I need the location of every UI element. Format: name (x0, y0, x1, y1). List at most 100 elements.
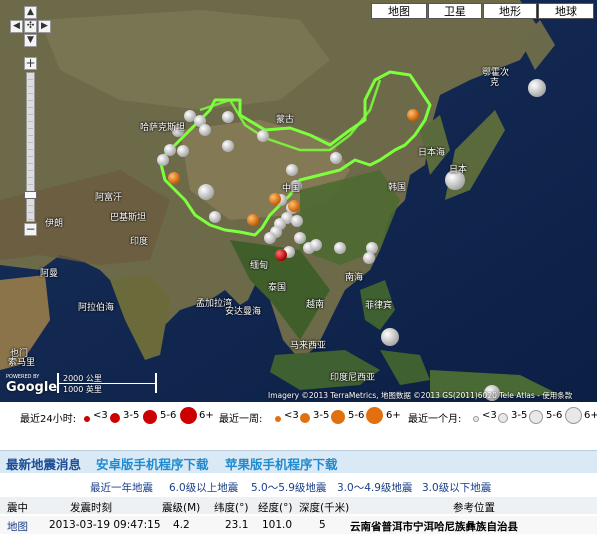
quake-marker[interactable] (222, 140, 234, 152)
quake-marker[interactable] (247, 214, 259, 226)
filter-6plus-link[interactable]: 6.0级以上地震 (169, 480, 238, 495)
pan-up-icon[interactable]: ▲ (24, 6, 37, 19)
row-magnitude: 4.2 (173, 519, 190, 531)
map-label-somalia: 索马里 (8, 358, 36, 368)
legend-24h-3-5-dot (110, 413, 120, 423)
filter-5-6-link[interactable]: 5.0～5.9级地震 (251, 480, 326, 495)
map-label-id: 印度尼西亚 (330, 373, 376, 383)
zoom-slider-handle[interactable] (24, 191, 37, 199)
quake-marker[interactable] (381, 328, 399, 346)
zoom-in-icon[interactable]: + (24, 57, 37, 70)
legend-24h-5-6-label: 5-6 (160, 410, 177, 421)
legend-month-lt3-label: <3 (482, 410, 497, 421)
quake-marker[interactable] (157, 154, 169, 166)
quake-marker[interactable] (288, 200, 300, 212)
legend-lastmonth-label: 最近一个月: (408, 414, 462, 425)
quake-marker[interactable] (334, 242, 346, 254)
map-label-kz: 哈萨克斯坦 (140, 123, 186, 133)
pan-center-icon[interactable]: ✣ (24, 20, 37, 33)
col-magnitude: 震级(M) (162, 502, 201, 514)
quake-marker[interactable] (291, 215, 303, 227)
quake-marker[interactable] (269, 193, 281, 205)
quake-marker[interactable] (164, 144, 176, 156)
legend-24h-6p-dot (180, 407, 197, 424)
quake-marker[interactable] (199, 124, 211, 136)
col-latitude: 纬度(°) (214, 502, 249, 514)
row-depth: 5 (319, 519, 326, 531)
legend-month-3-5-dot (498, 413, 508, 423)
quake-marker[interactable] (363, 252, 375, 264)
map-label-thailand: 泰国 (268, 283, 287, 293)
map-label-pk: 巴基斯坦 (110, 213, 147, 223)
map-label-scs: 南海 (345, 273, 364, 283)
legend-month-6p-label: 6+ (584, 410, 597, 421)
quake-marker[interactable] (222, 111, 234, 123)
map-label-china: 中国 (282, 184, 301, 194)
quake-marker[interactable] (257, 130, 269, 142)
maptype-map-button[interactable]: 地图 (371, 3, 427, 19)
news-title: 最新地震消息 (6, 457, 82, 472)
pan-right-icon[interactable]: ▶ (38, 20, 51, 33)
filter-links: 最近一年地震 6.0级以上地震 5.0～5.9级地震 3.0～4.9级地震 3.… (0, 478, 597, 494)
quake-marker[interactable] (310, 239, 322, 251)
map-label-korea: 韩国 (388, 183, 407, 193)
row-location: 云南省普洱市宁洱哈尼族彝族自治县 (350, 521, 518, 533)
pan-left-icon[interactable]: ◀ (10, 20, 23, 33)
legend-month-5-6-dot (529, 410, 543, 424)
map-label-mongolia: 蒙古 (276, 115, 295, 125)
map-label-myanmar: 缅甸 (250, 261, 269, 271)
quake-marker[interactable] (198, 184, 214, 200)
map-label-sea2: 克 (490, 78, 500, 88)
row-latitude: 23.1 (225, 519, 249, 531)
quake-marker[interactable] (407, 109, 419, 121)
filter-lt3-link[interactable]: 3.0级以下地震 (422, 480, 491, 495)
map-view[interactable]: 地图 卫星 地形 地球 ▲ ◀ ✣ ▶ ▼ + − 鄂霍次克蒙古 日本海 日本 韩国中… (0, 0, 597, 402)
zoom-out-icon[interactable]: − (24, 223, 37, 236)
col-epicenter: 震中 (7, 502, 28, 514)
quake-marker[interactable] (209, 211, 221, 223)
quake-marker[interactable] (294, 232, 306, 244)
legend-month-6p-dot (565, 407, 582, 424)
quake-marker[interactable] (286, 164, 298, 176)
google-logo[interactable]: Google (6, 380, 57, 395)
legend-week-lt3-label: <3 (284, 410, 299, 421)
col-depth: 深度(千米) (299, 502, 350, 514)
map-label-japansea: 日本海 (418, 148, 446, 158)
legend-24h-lt3-dot (84, 416, 90, 422)
legend-month-lt3-dot (473, 416, 479, 422)
legend-week-3-5-label: 3-5 (313, 410, 330, 421)
maptype-terrain-button[interactable]: 地形 (483, 3, 537, 19)
map-label-afg: 阿富汗 (95, 193, 123, 203)
row-longitude: 101.0 (262, 519, 293, 531)
legend-month-3-5-label: 3-5 (511, 410, 528, 421)
legend-24h-lt3-label: <3 (93, 410, 108, 421)
legend-last24-label: 最近24小时: (20, 414, 77, 425)
legend-week-3-5-dot (300, 413, 310, 423)
android-download-link[interactable]: 安卓版手机程序下载 (96, 454, 209, 473)
quake-marker[interactable] (168, 172, 180, 184)
quake-marker[interactable] (177, 145, 189, 157)
legend-week-lt3-dot (275, 416, 281, 422)
map-label-vietnam: 越南 (306, 300, 325, 310)
filter-last-year-link[interactable]: 最近一年地震 (90, 480, 153, 495)
legend-week-5-6-label: 5-6 (348, 410, 365, 421)
quake-marker[interactable] (275, 249, 287, 261)
col-time: 发震时刻 (70, 502, 112, 514)
maptype-earth-button[interactable]: 地球 (538, 3, 594, 19)
legend-24h-3-5-label: 3-5 (123, 410, 140, 421)
zoom-slider[interactable] (24, 72, 37, 222)
quake-marker[interactable] (264, 232, 276, 244)
legend-lastweek-label: 最近一周: (219, 414, 263, 425)
quake-marker[interactable] (330, 152, 342, 164)
news-header-bar: 最新地震消息 安卓版手机程序下载 苹果版手机程序下载 (0, 450, 597, 473)
quake-marker[interactable] (528, 79, 546, 97)
pan-down-icon[interactable]: ▼ (24, 34, 37, 47)
map-label-japan: 日本 (449, 165, 468, 175)
map-label-arabsea: 阿拉伯海 (78, 303, 115, 313)
map-label-oman: 阿曼 (40, 269, 59, 279)
filter-3-5-link[interactable]: 3.0～4.9级地震 (337, 480, 412, 495)
magnitude-legend: 最近24小时: <3 3-5 5-6 6+ 最近一周: <3 3-5 5-6 6… (0, 402, 597, 428)
maptype-satellite-button[interactable]: 卫星 (428, 3, 482, 19)
apple-download-link[interactable]: 苹果版手机程序下载 (225, 454, 338, 473)
row-map-link[interactable]: 地图 (7, 519, 28, 534)
